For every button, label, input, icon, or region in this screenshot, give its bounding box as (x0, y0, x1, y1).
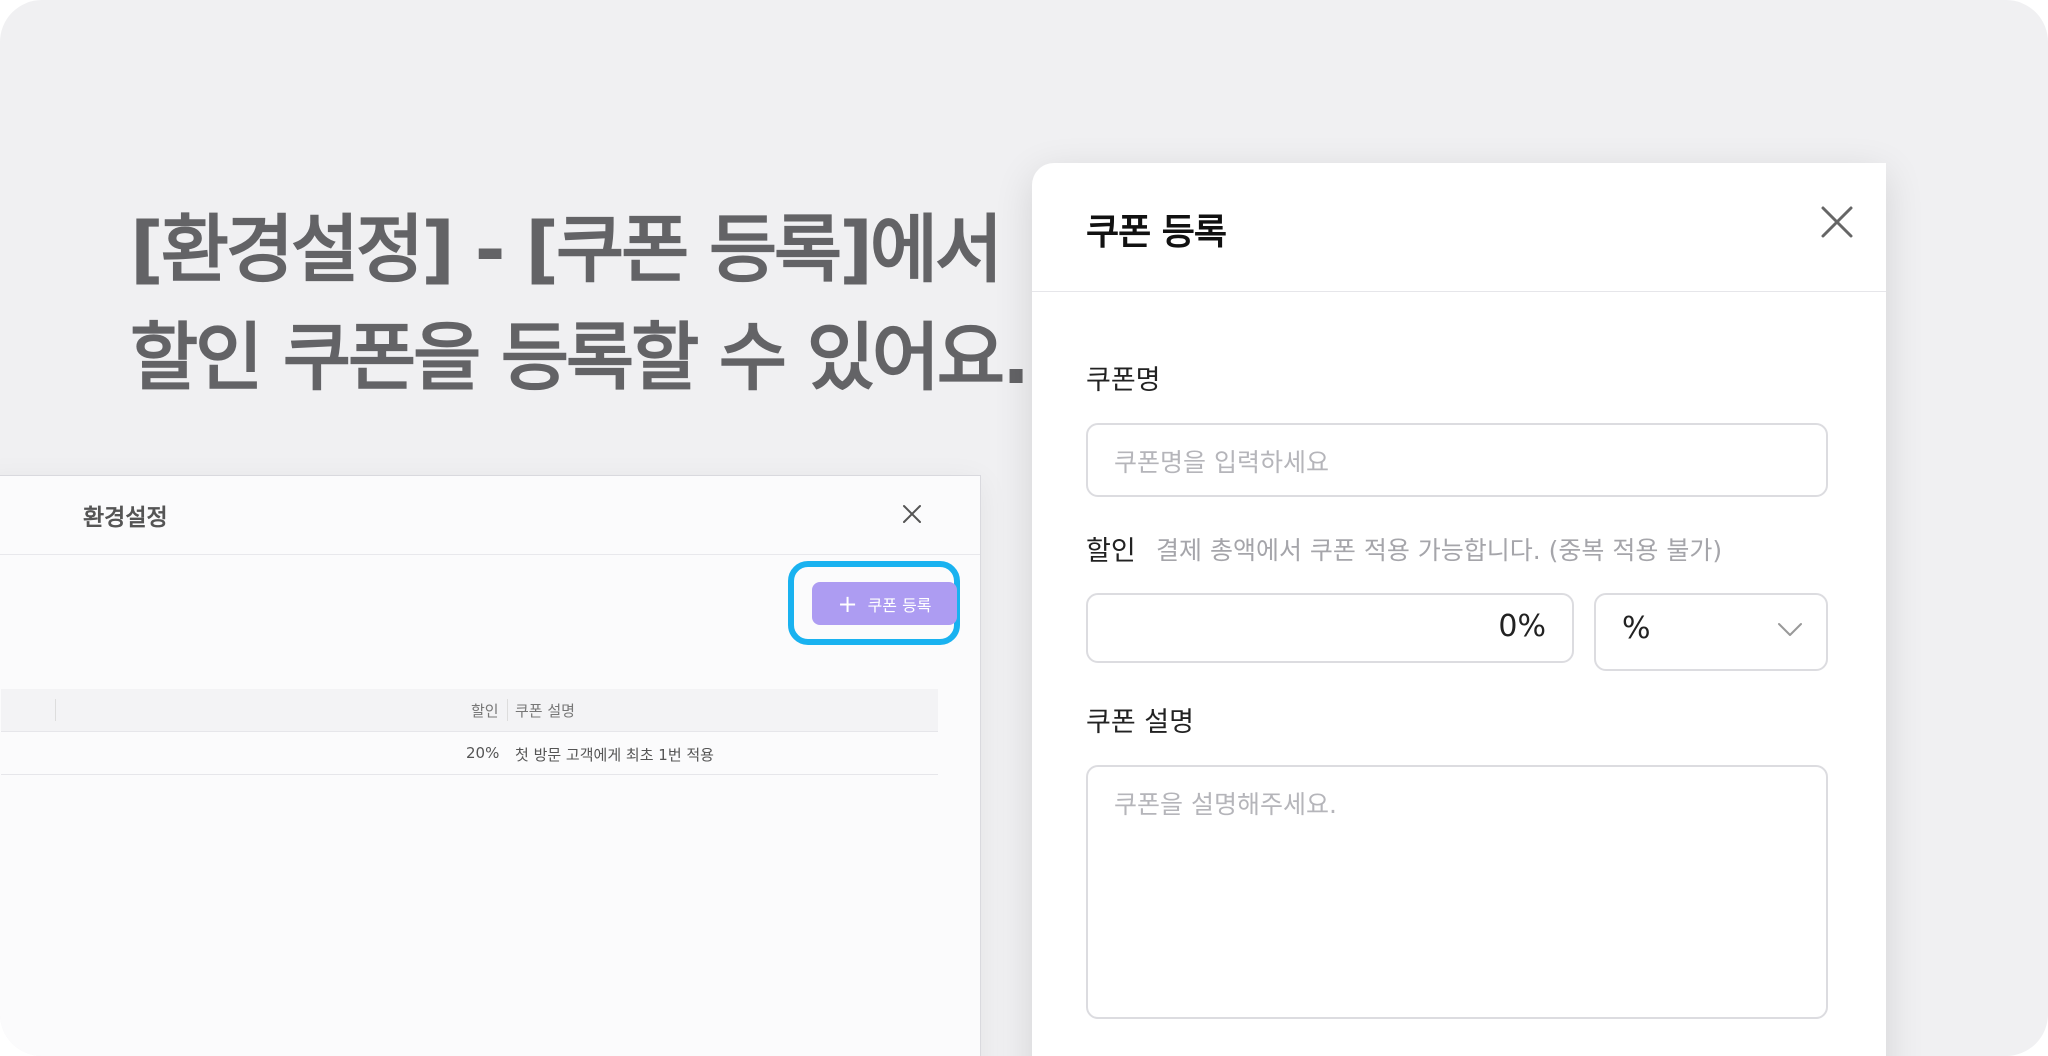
description-placeholder: 쿠폰을 설명해주세요. (1114, 790, 1337, 819)
headline: [환경설정] - [쿠폰 등록]에서 할인 쿠폰을 등록할 수 있어요. (130, 196, 1030, 412)
chevron-down-icon (1778, 623, 1802, 636)
plus-icon: + (837, 589, 858, 618)
canvas: [환경설정] - [쿠폰 등록]에서 할인 쿠폰을 등록할 수 있어요. 환경설… (0, 0, 2048, 1056)
coupon-name-label: 쿠폰명 (1086, 365, 1161, 396)
coupon-name-input[interactable]: 쿠폰명을 입력하세요 (1086, 423, 1828, 497)
settings-title: 환경설정 (83, 505, 168, 531)
modal-title: 쿠폰 등록 (1086, 212, 1227, 253)
discount-value-input[interactable]: 0% (1086, 593, 1574, 663)
description-label: 쿠폰 설명 (1086, 707, 1194, 738)
settings-divider (0, 554, 980, 555)
discount-value: 0% (1498, 609, 1546, 644)
close-icon[interactable] (1817, 202, 1857, 242)
column-header-description: 쿠폰 설명 (515, 702, 575, 720)
row-description: 첫 방문 고객에게 최초 1번 적용 (515, 746, 714, 764)
coupon-table-header: 할인 쿠폰 설명 (1, 689, 938, 732)
column-separator (507, 699, 508, 721)
discount-label: 할인 (1086, 536, 1136, 567)
coupon-register-button[interactable]: + 쿠폰 등록 (812, 582, 957, 625)
close-icon[interactable] (896, 498, 928, 530)
column-separator (55, 699, 56, 721)
settings-window: 환경설정 + 쿠폰 등록 할인 쿠폰 설명 20% 첫 방문 고객에게 최초 1… (0, 475, 981, 1056)
discount-unit-select[interactable]: % (1594, 593, 1828, 671)
headline-line-1: [환경설정] - [쿠폰 등록]에서 (130, 207, 1003, 293)
modal-divider (1032, 291, 1886, 292)
headline-line-2: 할인 쿠폰을 등록할 수 있어요. (130, 315, 1030, 401)
coupon-name-placeholder: 쿠폰명을 입력하세요 (1114, 448, 1329, 477)
coupon-register-modal: 쿠폰 등록 쿠폰명 쿠폰명을 입력하세요 할인 결제 총액에서 쿠폰 적용 가능… (1032, 163, 1886, 1056)
discount-unit-value: % (1622, 611, 1651, 646)
column-header-discount: 할인 (471, 702, 499, 720)
coupon-register-label: 쿠폰 등록 (867, 595, 932, 615)
row-discount: 20% (466, 744, 500, 762)
coupon-description-textarea[interactable]: 쿠폰을 설명해주세요. (1086, 765, 1828, 1019)
discount-hint: 결제 총액에서 쿠폰 적용 가능합니다. (중복 적용 불가) (1156, 536, 1723, 565)
table-row[interactable]: 20% 첫 방문 고객에게 최초 1번 적용 (1, 732, 938, 775)
